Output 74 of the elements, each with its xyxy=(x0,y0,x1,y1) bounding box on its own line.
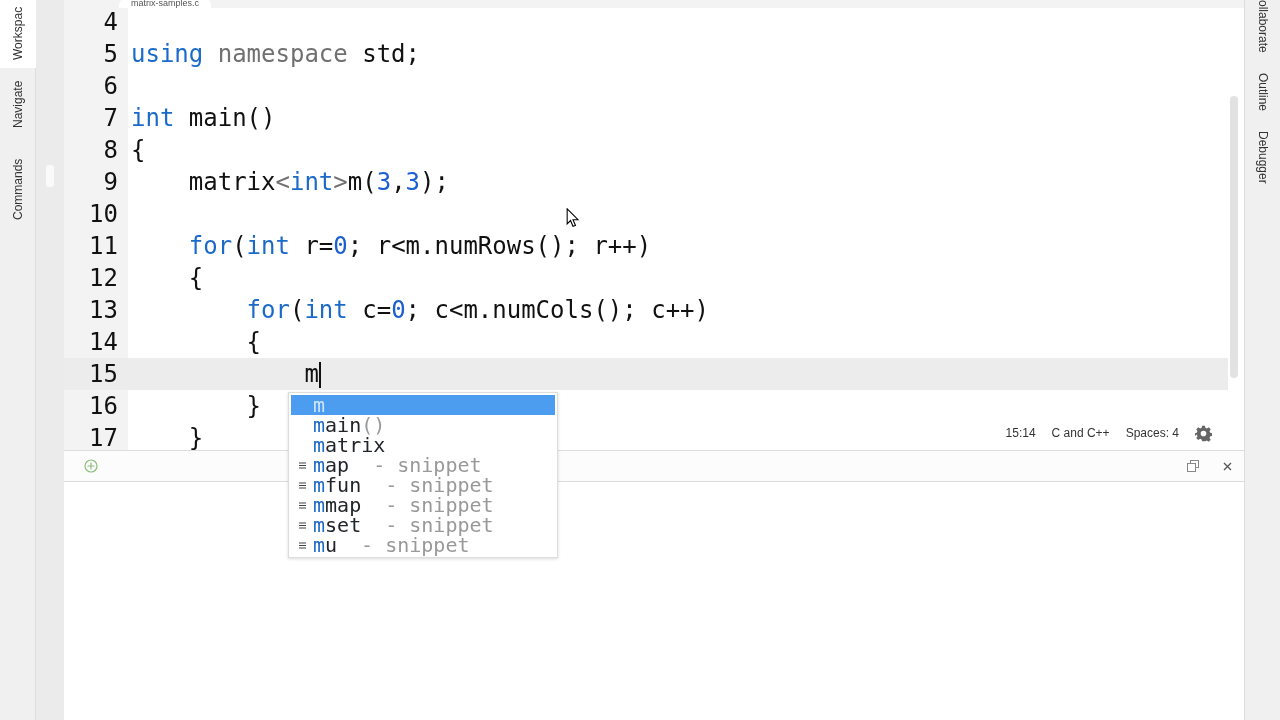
scrollbar-thumb[interactable] xyxy=(1230,96,1238,378)
add-icon[interactable] xyxy=(84,459,98,473)
line-number: 17 xyxy=(64,422,128,450)
snippet-icon xyxy=(298,501,306,509)
line-number: 13 xyxy=(64,294,128,326)
code-token: m( xyxy=(347,168,377,196)
text-cursor xyxy=(318,362,321,388)
line-number: 10 xyxy=(64,198,128,230)
code-token: int xyxy=(131,104,175,132)
line-number: 11 xyxy=(64,230,128,262)
code-token: ( xyxy=(289,296,305,324)
line-number: 4 xyxy=(64,8,128,38)
code-token: } xyxy=(245,392,262,420)
side-tab[interactable]: Debugger xyxy=(1253,130,1272,204)
code-token: int xyxy=(304,296,348,324)
code-token: std; xyxy=(361,40,420,68)
settings-icon[interactable] xyxy=(1195,424,1212,442)
line-number: 16 xyxy=(64,390,128,422)
side-tab[interactable]: Commands xyxy=(0,136,36,228)
snippet-icon xyxy=(298,461,306,469)
suggestion-item[interactable]: mu - snippet xyxy=(291,535,555,555)
code-token: c= xyxy=(361,296,392,324)
side-tab[interactable]: ollaborate xyxy=(1253,0,1272,73)
close-icon[interactable] xyxy=(1223,461,1232,471)
suggestion-item[interactable]: mset - snippet xyxy=(291,515,555,535)
code-token: { xyxy=(187,264,204,292)
code-token: > xyxy=(333,168,348,196)
code-token: main() xyxy=(187,104,276,132)
code-token: { xyxy=(131,136,146,164)
snippet-icon xyxy=(298,541,306,549)
snippet-icon xyxy=(298,481,306,489)
code-token: { xyxy=(245,328,262,356)
code-token: , xyxy=(391,168,406,196)
line-number: 14 xyxy=(64,326,128,358)
code-token: r= xyxy=(303,232,334,260)
line-number: 5 xyxy=(64,38,128,70)
suggestion-item[interactable]: mfun - snippet xyxy=(291,475,555,495)
code-token: 3 xyxy=(376,168,392,196)
language-mode[interactable]: C and C++ xyxy=(1051,424,1110,442)
file-tab[interactable]: matrix-samples.c xyxy=(119,0,211,8)
line-number: 6 xyxy=(64,70,128,102)
code-token: ; r<m.numRows(); r++) xyxy=(347,232,652,260)
side-tab[interactable]: Outline xyxy=(1253,72,1272,131)
line-number: 12 xyxy=(64,262,128,294)
code-token: int xyxy=(289,168,334,196)
code-token: } xyxy=(187,424,204,450)
mouse-pointer-icon xyxy=(566,208,580,228)
restore-icon[interactable] xyxy=(1187,460,1199,472)
code-token: namespace xyxy=(216,40,348,68)
code-token: 0 xyxy=(333,232,348,260)
code-token: for xyxy=(187,232,233,260)
code-token: matrix xyxy=(187,168,276,196)
suggestion-item[interactable]: map - snippet xyxy=(291,455,555,475)
code-token: 3 xyxy=(405,168,421,196)
suggestion-item[interactable]: mmap - snippet xyxy=(291,495,555,515)
suggestion-item[interactable]: matrix xyxy=(291,435,555,455)
code-token: int xyxy=(246,232,290,260)
code-token: for xyxy=(245,296,290,324)
suggestion-item[interactable]: main() xyxy=(291,415,555,435)
line-number: 7 xyxy=(64,102,128,134)
side-tab[interactable]: Navigate xyxy=(0,68,36,136)
code-token: m xyxy=(303,360,319,388)
code-token: using xyxy=(131,40,204,68)
code-token: < xyxy=(275,168,290,196)
code-token: ( xyxy=(232,232,247,260)
code-token: ; c<m.numCols(); c++) xyxy=(405,296,709,324)
side-tab[interactable]: Workspac xyxy=(0,0,36,68)
indentation-setting[interactable]: Spaces: 4 xyxy=(1125,424,1179,442)
line-number: 9 xyxy=(64,166,128,198)
code-token: ); xyxy=(420,168,449,196)
line-number: 8 xyxy=(64,134,128,166)
code-token: 0 xyxy=(391,296,406,324)
cursor-position[interactable]: 15:14 xyxy=(1005,424,1036,442)
snippet-icon xyxy=(298,521,306,529)
